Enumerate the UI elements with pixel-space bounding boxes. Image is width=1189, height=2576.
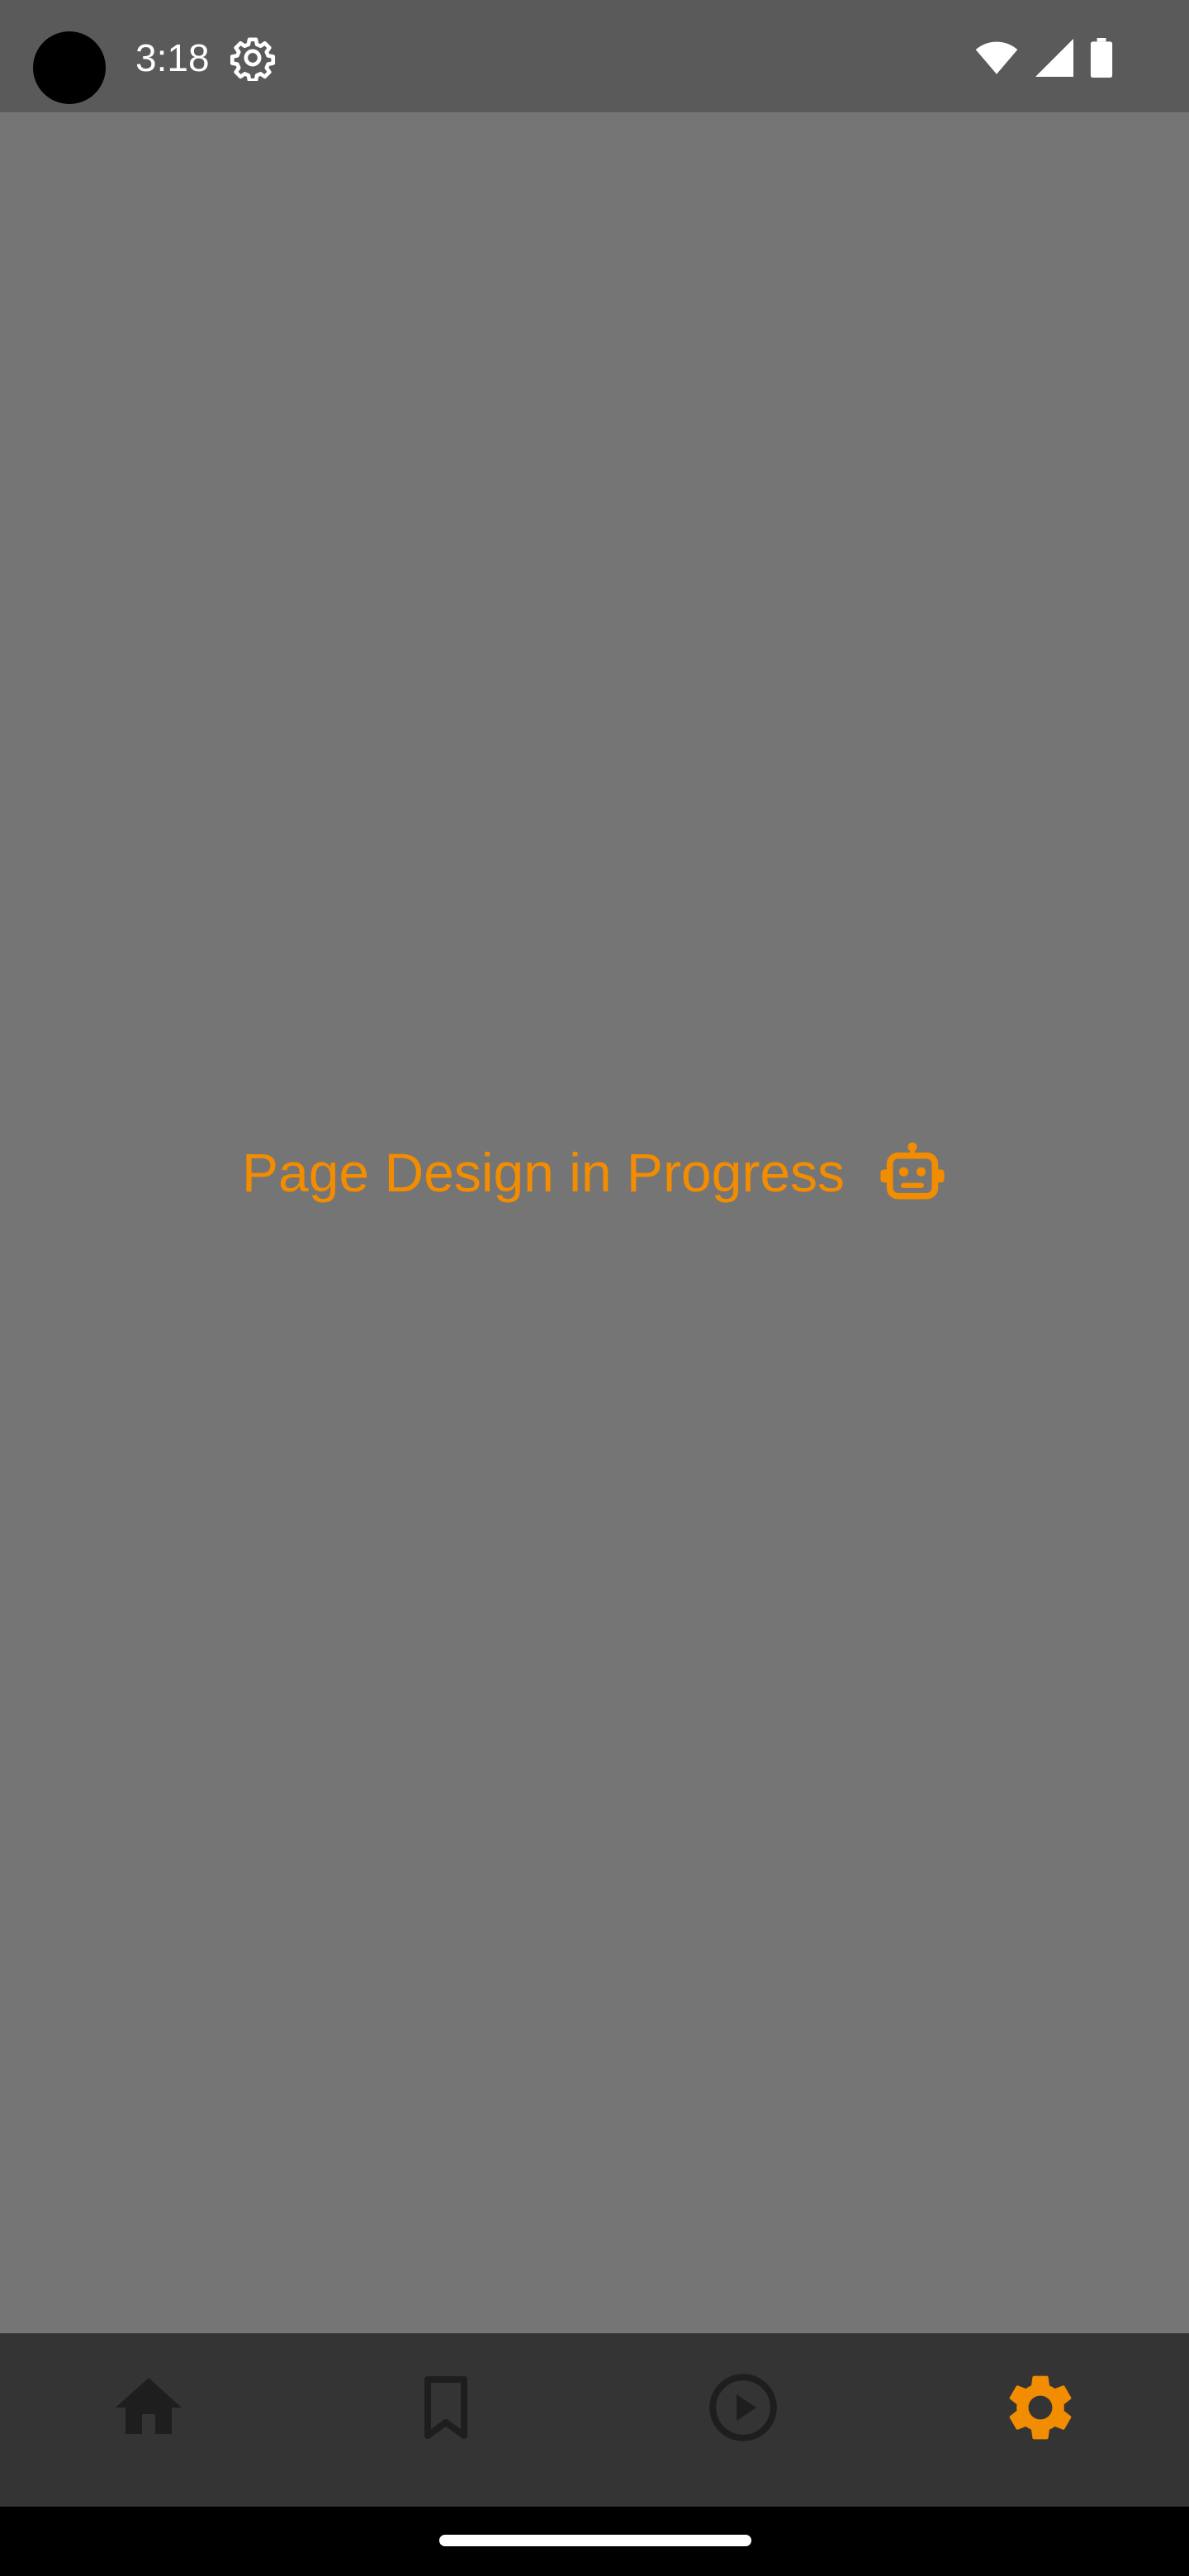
home-icon bbox=[116, 2378, 182, 2434]
gesture-bar-area bbox=[0, 2507, 1189, 2576]
status-bar: 3:18 bbox=[0, 0, 1189, 112]
gear-icon bbox=[230, 37, 276, 81]
wifi-icon bbox=[975, 41, 1018, 74]
progress-message-text: Page Design in Progress bbox=[241, 1142, 846, 1203]
settings-icon bbox=[1009, 2375, 1072, 2440]
camera-cutout bbox=[33, 31, 106, 104]
bottom-navigation bbox=[0, 2333, 1189, 2507]
status-time: 3:18 bbox=[135, 36, 210, 79]
nav-bookmarks[interactable] bbox=[372, 2346, 520, 2469]
cellular-signal-icon bbox=[1035, 39, 1073, 77]
progress-message: Page Design in Progress bbox=[0, 1133, 1189, 1212]
bookmark-icon bbox=[424, 2376, 467, 2439]
nav-settings[interactable] bbox=[966, 2346, 1115, 2469]
nav-play[interactable] bbox=[669, 2346, 817, 2469]
robot-icon bbox=[880, 1142, 945, 1200]
gesture-handle[interactable] bbox=[439, 2535, 751, 2546]
status-icons bbox=[974, 33, 1113, 83]
play-circle-icon bbox=[709, 2374, 777, 2441]
nav-home[interactable] bbox=[74, 2346, 223, 2469]
battery-icon bbox=[1090, 38, 1113, 78]
main-content: Page Design in Progress bbox=[0, 112, 1189, 2333]
